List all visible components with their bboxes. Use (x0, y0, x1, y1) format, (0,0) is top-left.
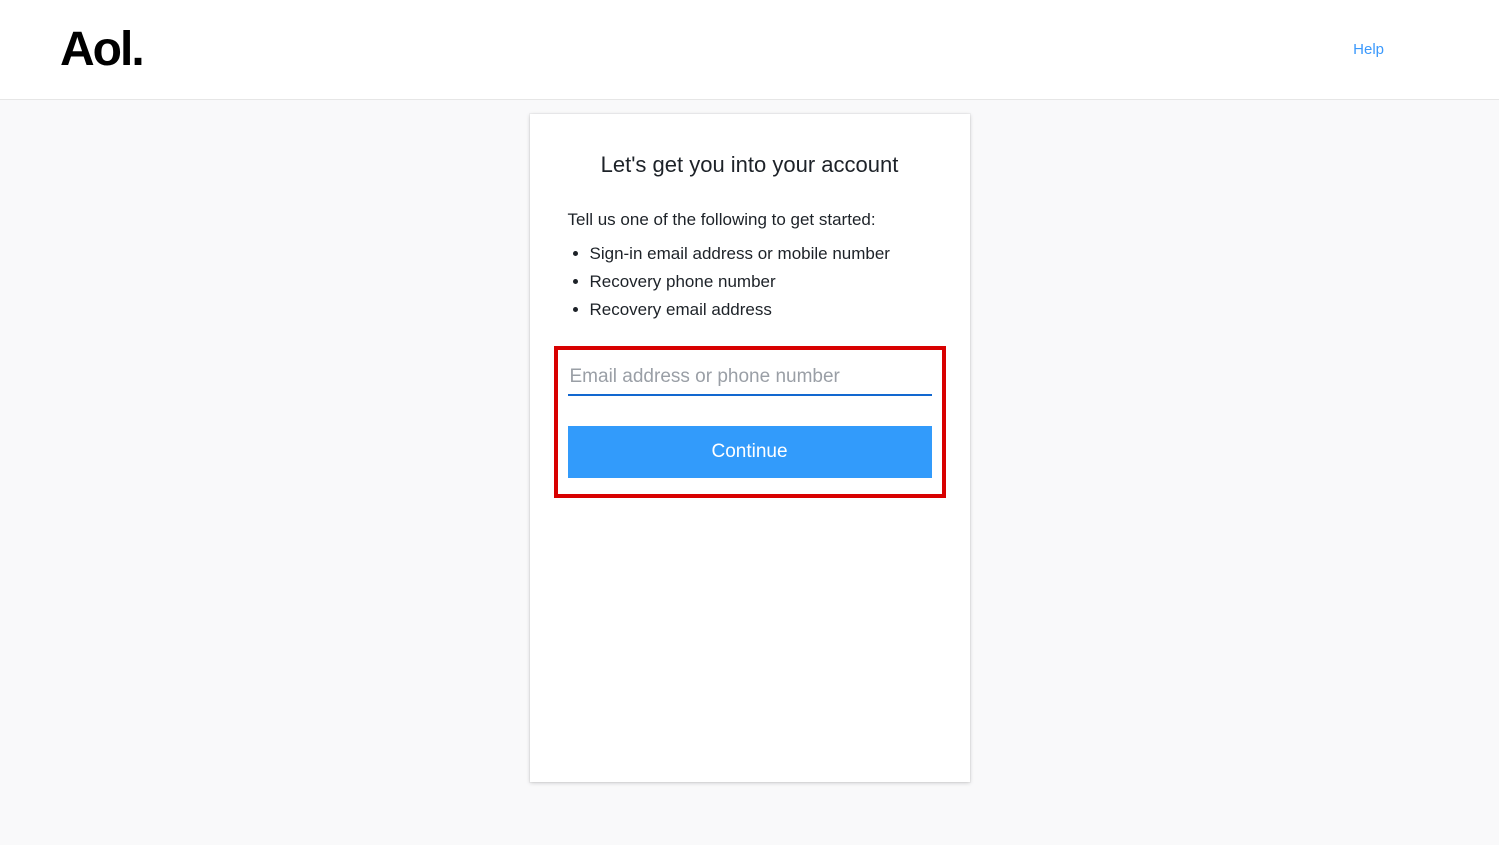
help-link[interactable]: Help (1353, 41, 1384, 58)
list-item: Recovery email address (590, 296, 932, 324)
recovery-card: Let's get you into your account Tell us … (530, 114, 970, 782)
list-item: Sign-in email address or mobile number (590, 240, 932, 268)
main-content: Let's get you into your account Tell us … (0, 100, 1499, 782)
page-header: Aol. Help (0, 0, 1499, 100)
aol-logo: Aol. (60, 22, 143, 77)
list-item: Recovery phone number (590, 268, 932, 296)
card-title: Let's get you into your account (568, 152, 932, 178)
card-subtitle: Tell us one of the following to get star… (568, 210, 932, 230)
email-or-phone-input[interactable] (568, 360, 932, 396)
highlight-annotation: Continue (554, 346, 946, 498)
card-bullet-list: Sign-in email address or mobile number R… (568, 240, 932, 324)
continue-button[interactable]: Continue (568, 426, 932, 478)
